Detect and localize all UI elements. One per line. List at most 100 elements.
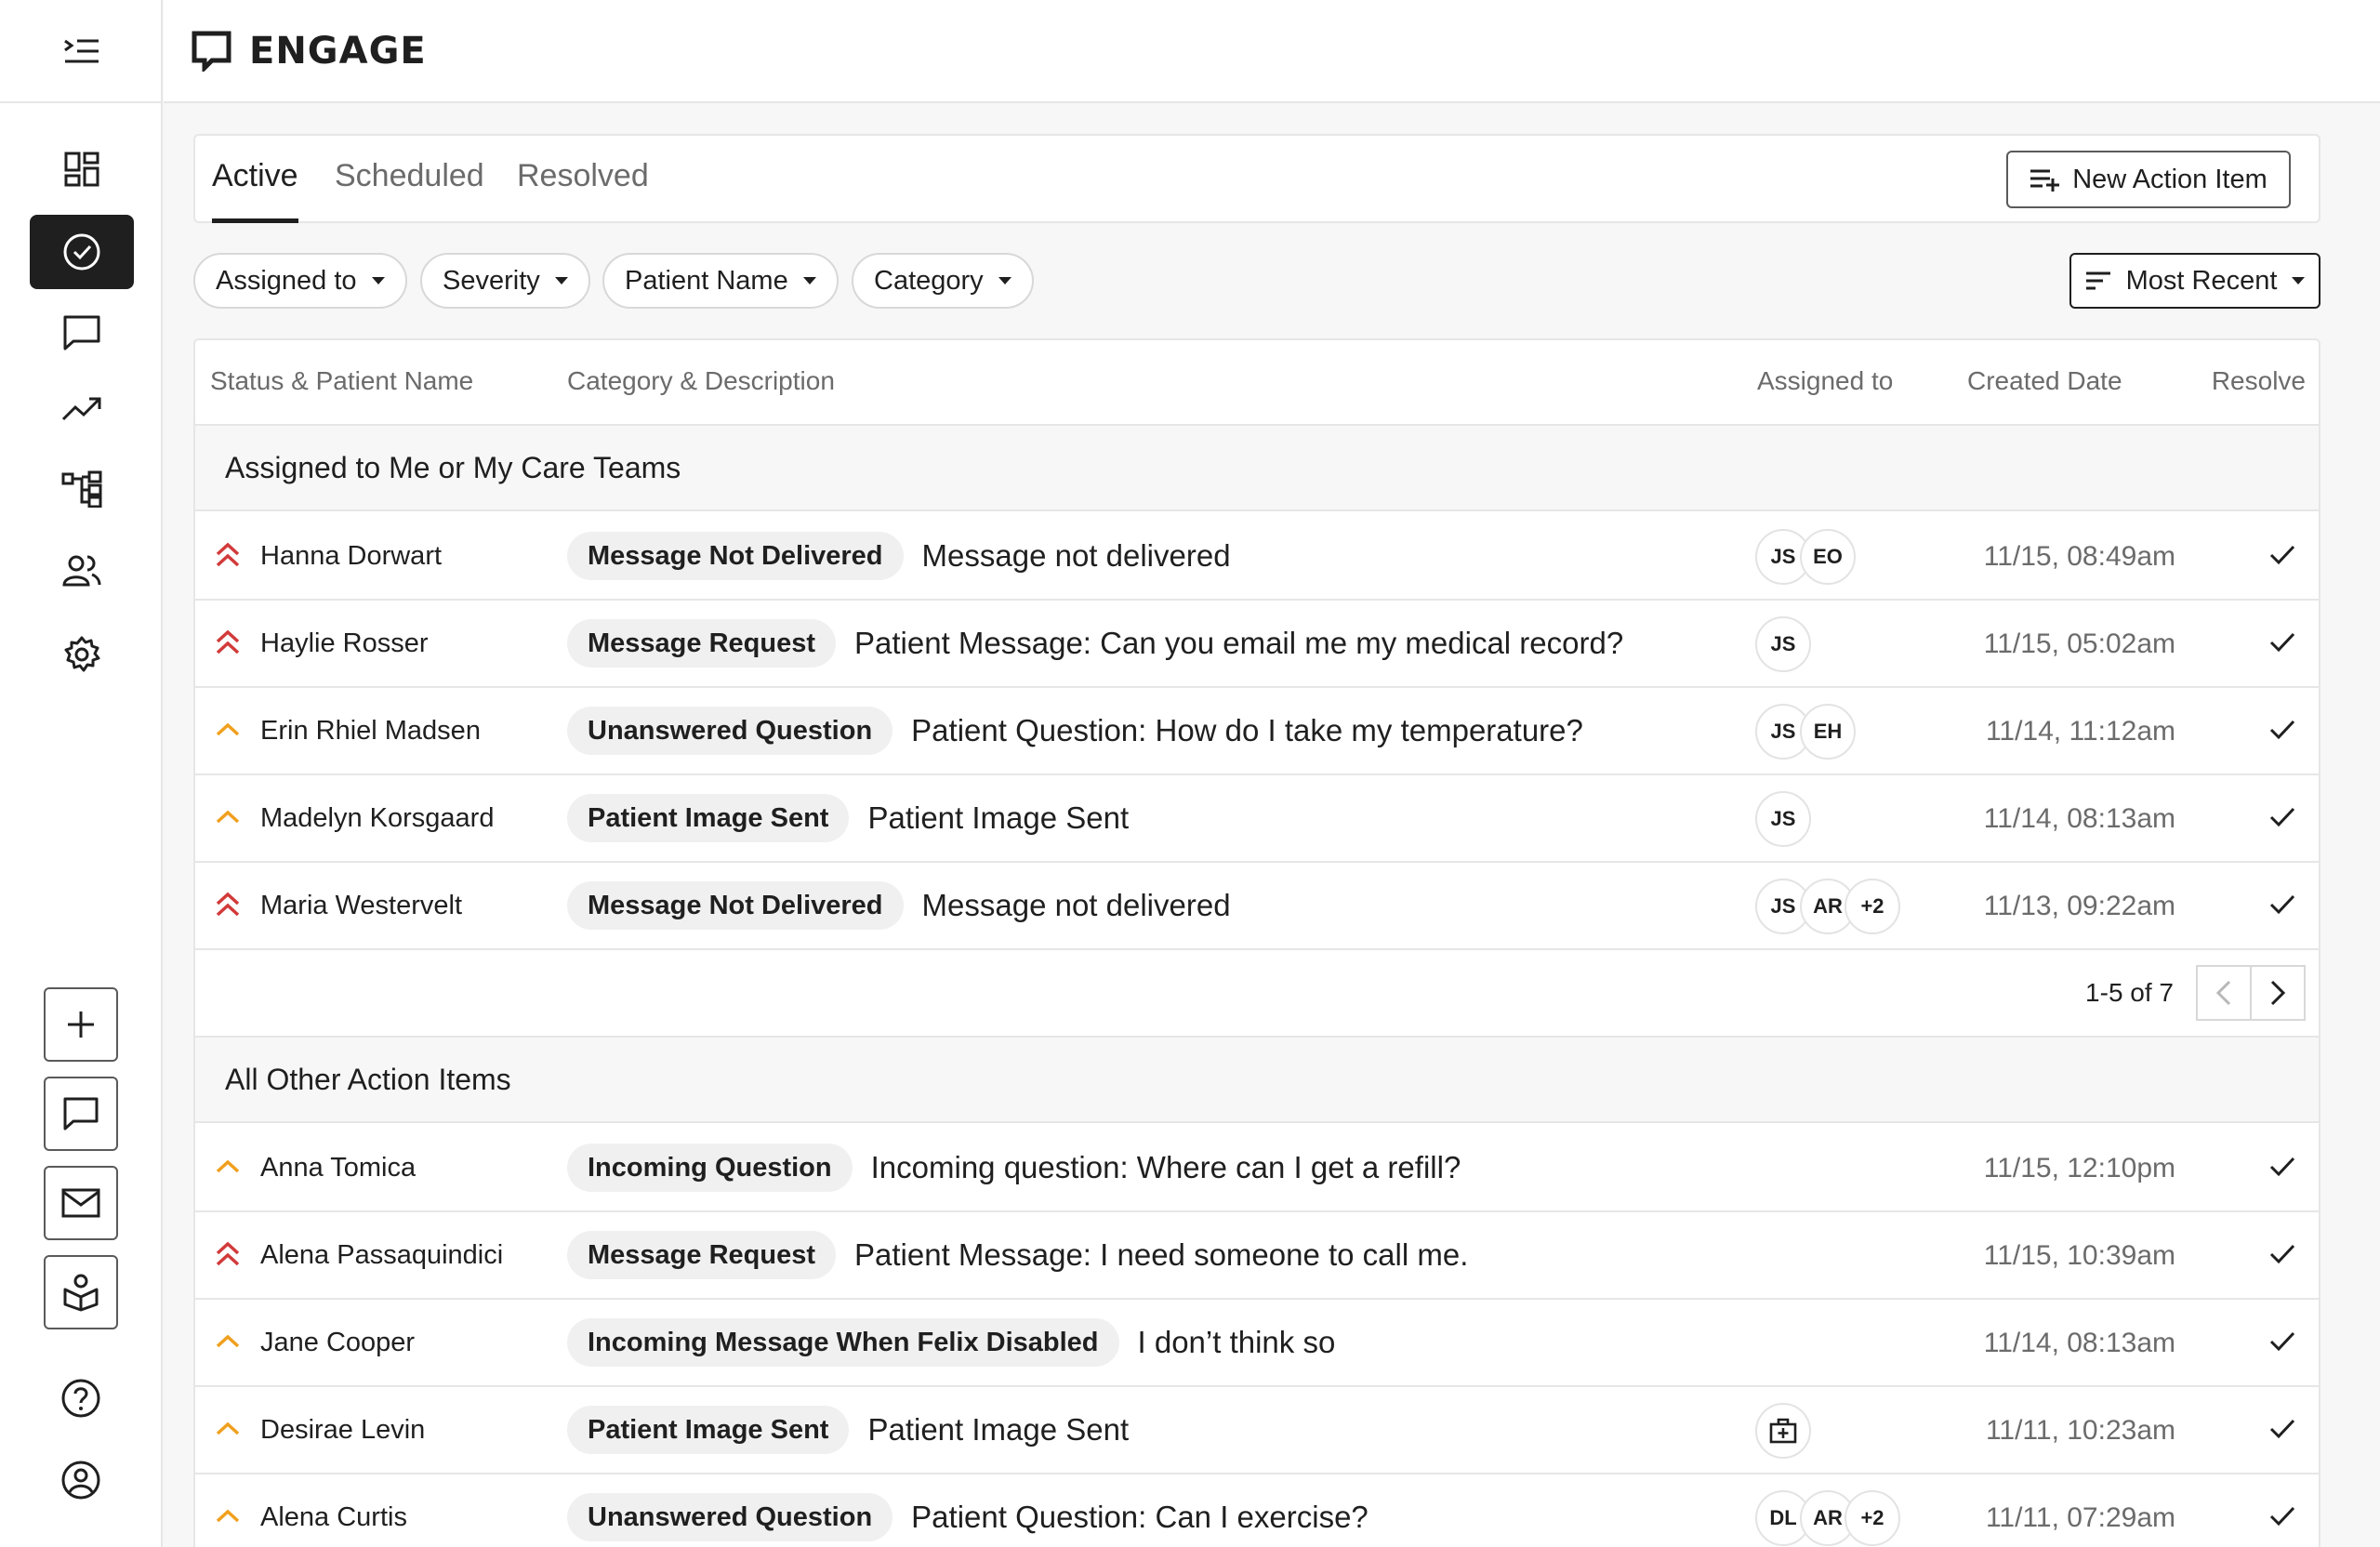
- column-assigned[interactable]: Assigned to: [1757, 366, 1893, 396]
- table-row[interactable]: Alena Passaquindici Message Request Patien…: [195, 1212, 2319, 1300]
- category-pill: Unanswered Question: [567, 707, 893, 755]
- nav-analytics[interactable]: [30, 372, 134, 446]
- resolve-button[interactable]: [2268, 630, 2296, 654]
- category-cell: Message Request Patient Message: I need s…: [567, 1231, 1468, 1279]
- nav-patients[interactable]: [30, 534, 134, 608]
- filter-label: Category: [874, 265, 984, 296]
- table-row[interactable]: Maria Westervelt Message Not Delivered Mes…: [195, 863, 2319, 950]
- table-row[interactable]: Anna Tomica Incoming Question Incoming que…: [195, 1125, 2319, 1212]
- column-status[interactable]: Status & Patient Name: [210, 366, 473, 396]
- nav-dashboard[interactable]: [30, 132, 134, 206]
- table-row[interactable]: Erin Rhiel Madsen Unanswered Question Pati…: [195, 688, 2319, 775]
- caret-down-icon: [2292, 277, 2306, 284]
- description: Message not delivered: [921, 888, 1231, 922]
- filter-category[interactable]: Category: [852, 253, 1034, 309]
- severity-indicator: [216, 803, 240, 831]
- patient-button[interactable]: [44, 1255, 118, 1329]
- column-resolve[interactable]: Resolve: [2212, 366, 2306, 396]
- new-message-button[interactable]: [44, 1077, 118, 1151]
- category-cell: Incoming Message When Felix Disabled I do…: [567, 1318, 1335, 1367]
- table-row[interactable]: Hanna Dorwart Message Not Delivered Messag…: [195, 513, 2319, 601]
- section-title: Assigned to Me or My Care Teams: [225, 450, 681, 484]
- column-created[interactable]: Created Date: [1967, 366, 2122, 396]
- sort-dropdown[interactable]: Most Recent: [2069, 253, 2320, 309]
- nav-action-items[interactable]: [30, 215, 134, 289]
- resolve-button[interactable]: [2268, 1417, 2296, 1441]
- description: Patient Message: I need someone to call …: [854, 1237, 1469, 1272]
- description: Incoming question: Where can I get a ref…: [870, 1150, 1461, 1184]
- more-assignees-badge[interactable]: +2: [1844, 1490, 1900, 1546]
- add-button[interactable]: [44, 987, 118, 1062]
- table-row[interactable]: Madelyn Korsgaard Patient Image Sent Patie…: [195, 775, 2319, 863]
- resolve-button[interactable]: [2268, 805, 2296, 829]
- next-page-button[interactable]: [2250, 965, 2306, 1021]
- pagination-count: 1-5 of 7: [2085, 978, 2174, 1007]
- help-button[interactable]: [44, 1361, 118, 1435]
- severity-medium-icon: [216, 1509, 240, 1523]
- prev-page-button[interactable]: [2196, 965, 2252, 1021]
- more-assignees-badge[interactable]: +2: [1844, 879, 1900, 934]
- resolve-button[interactable]: [2268, 1329, 2296, 1354]
- category-cell: Unanswered Question Patient Question: How…: [567, 707, 1583, 755]
- resolve-button[interactable]: [2268, 1242, 2296, 1266]
- resolve-button[interactable]: [2268, 892, 2296, 917]
- patient-name[interactable]: Jane Cooper: [260, 1328, 415, 1358]
- nav-conversations[interactable]: [30, 296, 134, 370]
- mail-button[interactable]: [44, 1166, 118, 1240]
- patient-name[interactable]: Erin Rhiel Madsen: [260, 716, 481, 747]
- filter-assigned-to[interactable]: Assigned to: [193, 253, 407, 309]
- filter-patient-name[interactable]: Patient Name: [602, 253, 839, 309]
- assignee-avatar[interactable]: JS: [1755, 616, 1811, 672]
- help-icon: [61, 1379, 100, 1418]
- patient-name[interactable]: Alena Curtis: [260, 1502, 407, 1533]
- hierarchy-icon: [61, 470, 102, 508]
- severity-indicator: [216, 1240, 240, 1268]
- resolve-button[interactable]: [2268, 718, 2296, 742]
- created-date: 11/14, 08:13am: [1983, 1328, 2175, 1358]
- patient-name[interactable]: Madelyn Korsgaard: [260, 803, 494, 834]
- assignee-list: JS: [1755, 791, 1811, 847]
- severity-indicator: [216, 541, 240, 569]
- nav-settings[interactable]: [30, 617, 134, 692]
- table-row[interactable]: Desirae Levin Patient Image Sent Patient I…: [195, 1387, 2319, 1474]
- sidebar: [0, 0, 163, 1547]
- table-row[interactable]: Haylie Rosser Message Request Patient Mess…: [195, 601, 2319, 688]
- patient-name[interactable]: Alena Passaquindici: [260, 1240, 503, 1271]
- resolve-button[interactable]: [2268, 543, 2296, 567]
- assignee-avatar[interactable]: EH: [1800, 704, 1856, 760]
- created-date: 11/13, 09:22am: [1983, 891, 2175, 921]
- chevron-right-icon: [2270, 980, 2286, 1006]
- nav-workflows[interactable]: [30, 452, 134, 526]
- assignee-list: JS EH: [1755, 704, 1856, 760]
- description: Patient Image Sent: [867, 1412, 1130, 1447]
- tab-scheduled[interactable]: Scheduled: [335, 158, 484, 223]
- sidebar-toggle-button[interactable]: [0, 0, 163, 103]
- patient-name[interactable]: Anna Tomica: [260, 1153, 416, 1183]
- profile-button[interactable]: [44, 1443, 118, 1517]
- created-date: 11/15, 10:39am: [1983, 1240, 2175, 1271]
- resolve-button[interactable]: [2268, 1155, 2296, 1179]
- severity-indicator: [216, 1153, 240, 1181]
- new-action-item-button[interactable]: New Action Item: [2006, 151, 2291, 208]
- assignee-avatar[interactable]: JS: [1755, 791, 1811, 847]
- tab-resolved[interactable]: Resolved: [517, 158, 649, 223]
- table-row[interactable]: Jane Cooper Incoming Message When Felix D…: [195, 1300, 2319, 1387]
- filter-severity[interactable]: Severity: [420, 253, 590, 309]
- tab-active[interactable]: Active: [212, 158, 298, 223]
- resolve-button[interactable]: [2268, 1504, 2296, 1528]
- patient-name[interactable]: Maria Westervelt: [260, 891, 462, 921]
- created-date: 11/14, 11:12am: [1985, 716, 2175, 747]
- table-row[interactable]: Alena Curtis Unanswered Question Patient Q…: [195, 1474, 2319, 1547]
- column-category[interactable]: Category & Description: [567, 366, 835, 396]
- assignee-avatar[interactable]: [1755, 1403, 1811, 1459]
- trending-icon: [61, 397, 101, 421]
- assignee-avatar[interactable]: EO: [1800, 529, 1856, 585]
- chat-icon: [63, 315, 100, 350]
- message-icon: [63, 1097, 99, 1130]
- patient-name[interactable]: Hanna Dorwart: [260, 541, 442, 572]
- severity-medium-icon: [216, 1421, 240, 1435]
- patient-name[interactable]: Haylie Rosser: [260, 628, 429, 659]
- brand-logo[interactable]: ENGAGE: [192, 30, 427, 73]
- created-date: 11/15, 05:02am: [1983, 628, 2175, 659]
- patient-name[interactable]: Desirae Levin: [260, 1415, 425, 1446]
